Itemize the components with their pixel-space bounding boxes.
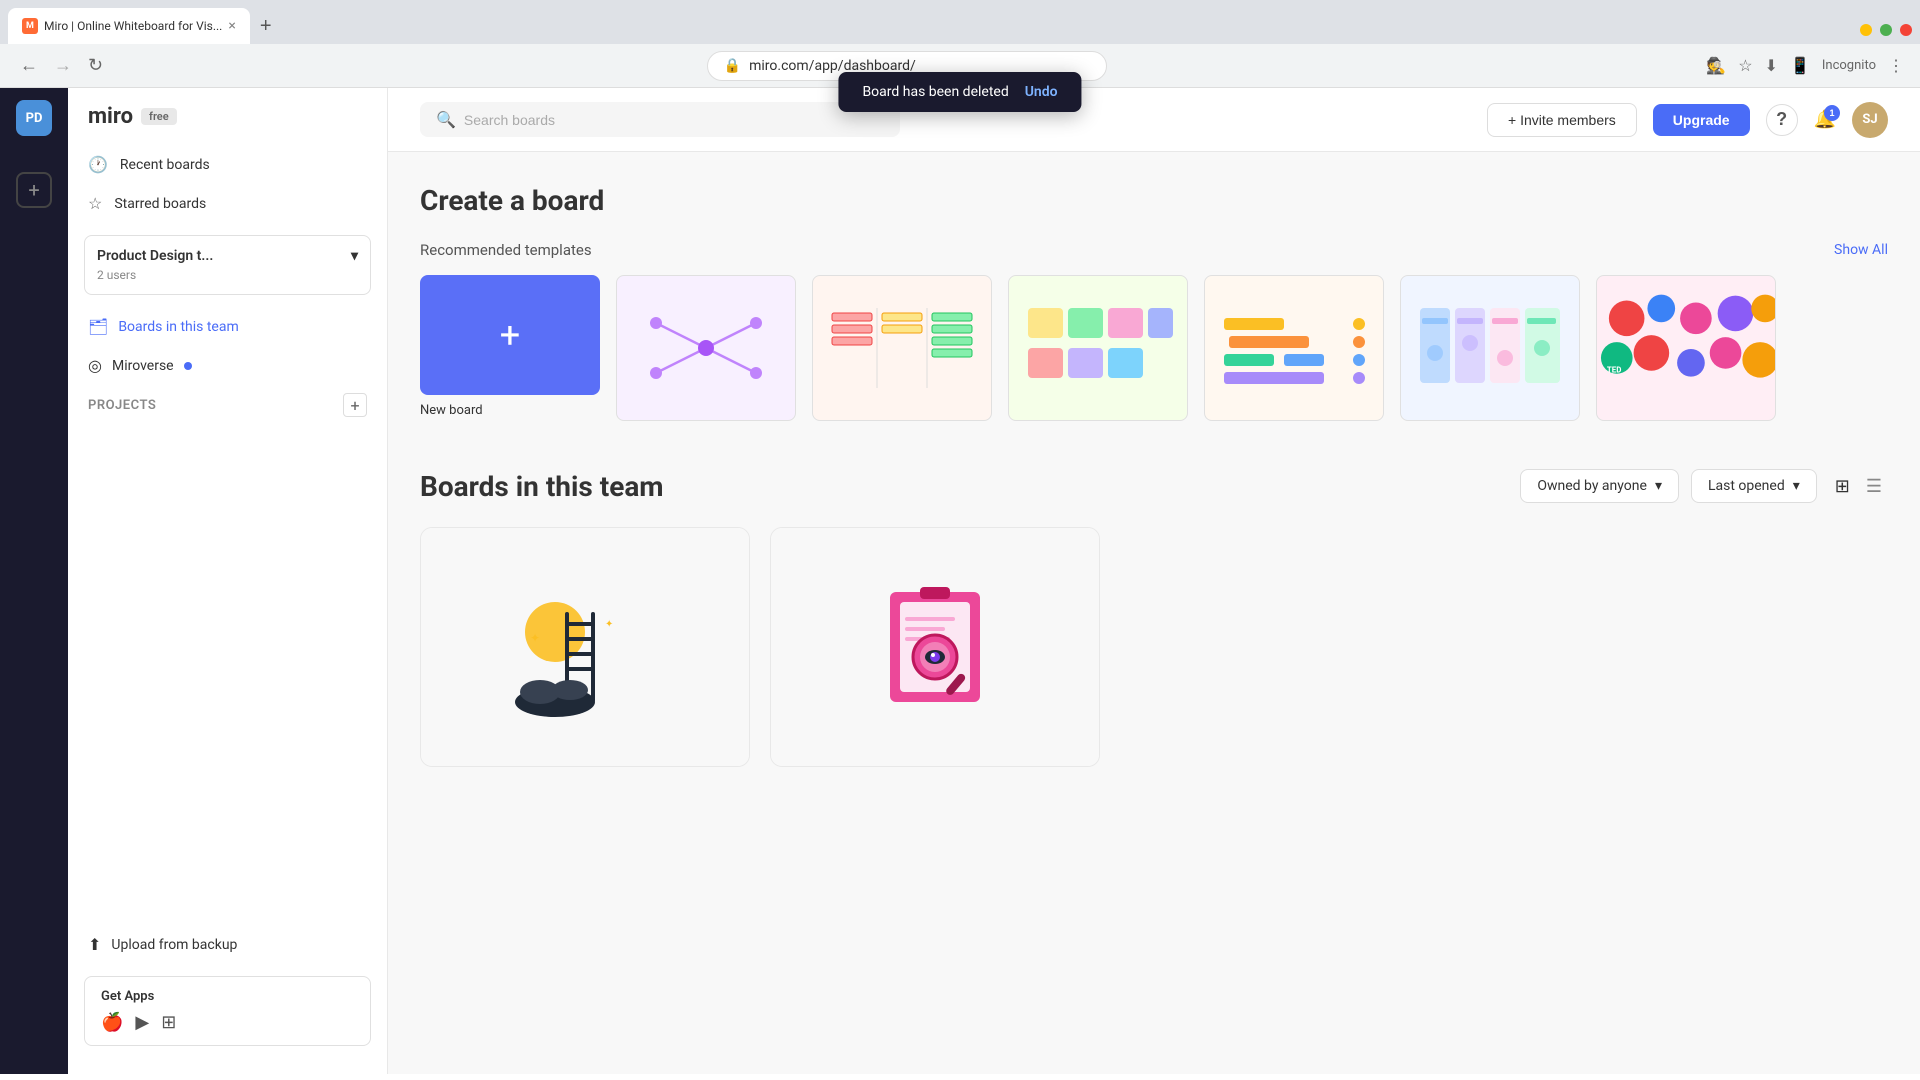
main-content: 🔍 + Invite members Upgrade ? 🔔 1 SJ Crea…: [388, 88, 1920, 1074]
refresh-button[interactable]: ↻: [84, 51, 107, 80]
device-icon[interactable]: 📱: [1790, 56, 1810, 75]
toast-notification: Board has been deleted Undo: [838, 72, 1081, 112]
maximize-button[interactable]: □: [1880, 24, 1892, 36]
invite-members-button[interactable]: + Invite members: [1487, 103, 1637, 137]
search-box[interactable]: 🔍: [420, 102, 900, 137]
plus-icon: +: [500, 314, 520, 356]
upload-icon: ⬆: [88, 935, 101, 954]
toast-undo-button[interactable]: Undo: [1025, 84, 1058, 100]
starred-boards-nav[interactable]: ☆ Starred boards: [68, 184, 387, 223]
app-sidebar: PD +: [0, 88, 68, 1074]
template-new-board-label: New board: [420, 403, 600, 418]
forward-button[interactable]: →: [50, 51, 76, 80]
projects-label: Projects: [88, 398, 156, 413]
template-new-board[interactable]: + New board: [420, 275, 600, 421]
list-view-button[interactable]: ☰: [1860, 470, 1888, 503]
board-card-1[interactable]: ✦ ✦: [420, 527, 750, 767]
toast-message: Board has been deleted: [862, 84, 1008, 100]
help-button[interactable]: ?: [1766, 104, 1798, 136]
tab-title: Miro | Online Whiteboard for Vis...: [44, 19, 222, 33]
template-miroverse[interactable]: TED From Miroverse →: [1596, 275, 1776, 421]
boards-grid: ✦ ✦: [420, 527, 1100, 767]
back-button[interactable]: ←: [16, 51, 42, 80]
close-window-button[interactable]: ×: [1900, 24, 1912, 36]
incognito-icon: 🕵: [1706, 56, 1726, 75]
templates-grid: + New board: [420, 275, 1888, 429]
sort-filter-label: Last opened: [1708, 478, 1785, 494]
google-play-icon[interactable]: ▶: [135, 1012, 149, 1033]
user-avatar[interactable]: SJ: [1852, 102, 1888, 138]
boards-in-team-nav[interactable]: 🗂 Boards in this team: [68, 307, 387, 346]
menu-icon[interactable]: ⋮: [1888, 56, 1904, 75]
owner-filter-chevron: ▾: [1655, 478, 1662, 494]
create-board-title: Create a board: [420, 184, 1888, 217]
view-toggle: ⊞ ☰: [1829, 470, 1888, 503]
templates-section: Recommended templates Show All + New boa…: [420, 241, 1888, 429]
minimize-button[interactable]: −: [1860, 24, 1872, 36]
miroverse-nav[interactable]: ◎ Miroverse: [68, 346, 387, 385]
tab-favicon: M: [22, 18, 38, 34]
template-mind-map[interactable]: + Mind Map: [616, 275, 796, 421]
svg-text:✦: ✦: [605, 619, 613, 630]
template-roadmap[interactable]: + Product Roadmap: [1204, 275, 1384, 421]
board-card-2[interactable]: [770, 527, 1100, 767]
search-icon: 🔍: [436, 110, 456, 129]
incognito-label: Incognito: [1822, 58, 1876, 73]
recent-boards-nav[interactable]: 🕐 Recent boards: [68, 145, 387, 184]
recent-icon: 🕐: [88, 155, 108, 174]
sidebar-add-button[interactable]: +: [16, 172, 52, 208]
left-panel: miro free 🕐 Recent boards ☆ Starred boar…: [68, 88, 388, 1074]
show-all-link[interactable]: Show All: [1834, 242, 1888, 258]
projects-add-button[interactable]: +: [343, 393, 367, 417]
search-input[interactable]: [464, 112, 884, 128]
sidebar-avatar[interactable]: PD: [16, 100, 52, 136]
sort-filter-chevron: ▾: [1793, 478, 1800, 494]
recent-boards-label: Recent boards: [120, 157, 210, 173]
team-section[interactable]: Product Design t... ▾ 2 users: [84, 235, 371, 295]
boards-in-team-label: Boards in this team: [118, 319, 238, 335]
grid-view-button[interactable]: ⊞: [1829, 470, 1856, 503]
sort-filter-dropdown[interactable]: Last opened ▾: [1691, 469, 1817, 503]
new-tab-button[interactable]: +: [252, 8, 280, 44]
tab-close-icon[interactable]: ×: [228, 18, 235, 34]
starred-boards-label: Starred boards: [114, 196, 206, 212]
boards-section: Boards in this team Owned by anyone ▾ La…: [420, 469, 1888, 767]
template-retrospect[interactable]: + Quick Retrospect...: [1008, 275, 1188, 421]
board-thumbnail-1: ✦ ✦: [421, 528, 749, 766]
main-header: 🔍 + Invite members Upgrade ? 🔔 1 SJ: [388, 88, 1920, 152]
template-journey[interactable]: + Customer Journey: [1400, 275, 1580, 421]
team-name-label: Product Design t...: [97, 248, 213, 264]
windows-app-icon[interactable]: ⊞: [161, 1012, 176, 1033]
notification-badge: 1: [1824, 105, 1840, 121]
notifications-button[interactable]: 🔔 1: [1814, 109, 1836, 130]
miroverse-icon: ◎: [88, 356, 102, 375]
svg-text:TED: TED: [1607, 366, 1622, 375]
template-kanban[interactable]: + Kanban Framewo...: [812, 275, 992, 421]
boards-icon: 🗂: [88, 317, 108, 336]
boards-section-title: Boards in this team: [420, 470, 1520, 503]
miroverse-label: Miroverse: [112, 358, 174, 374]
miro-logo: miro: [88, 104, 133, 129]
download-icon[interactable]: ⬇: [1765, 56, 1778, 75]
upload-label: Upload from backup: [111, 937, 237, 953]
star-icon: ☆: [88, 194, 102, 213]
team-chevron-icon: ▾: [351, 248, 358, 264]
owner-filter-label: Owned by anyone: [1537, 478, 1647, 494]
free-badge: free: [141, 108, 177, 125]
bookmark-icon[interactable]: ☆: [1738, 56, 1752, 75]
upgrade-button[interactable]: Upgrade: [1653, 104, 1750, 136]
board-thumbnail-2: [771, 528, 1099, 766]
upload-backup-nav[interactable]: ⬆ Upload from backup: [68, 925, 387, 964]
svg-text:✦: ✦: [530, 631, 540, 645]
team-users-label: 2 users: [97, 268, 358, 282]
apple-app-icon[interactable]: 🍎: [101, 1012, 123, 1033]
get-apps-box: Get Apps 🍎 ▶ ⊞: [84, 976, 371, 1046]
miroverse-dot: [184, 362, 192, 370]
templates-label: Recommended templates: [420, 241, 592, 259]
owner-filter-dropdown[interactable]: Owned by anyone ▾: [1520, 469, 1679, 503]
get-apps-title: Get Apps: [101, 989, 354, 1004]
